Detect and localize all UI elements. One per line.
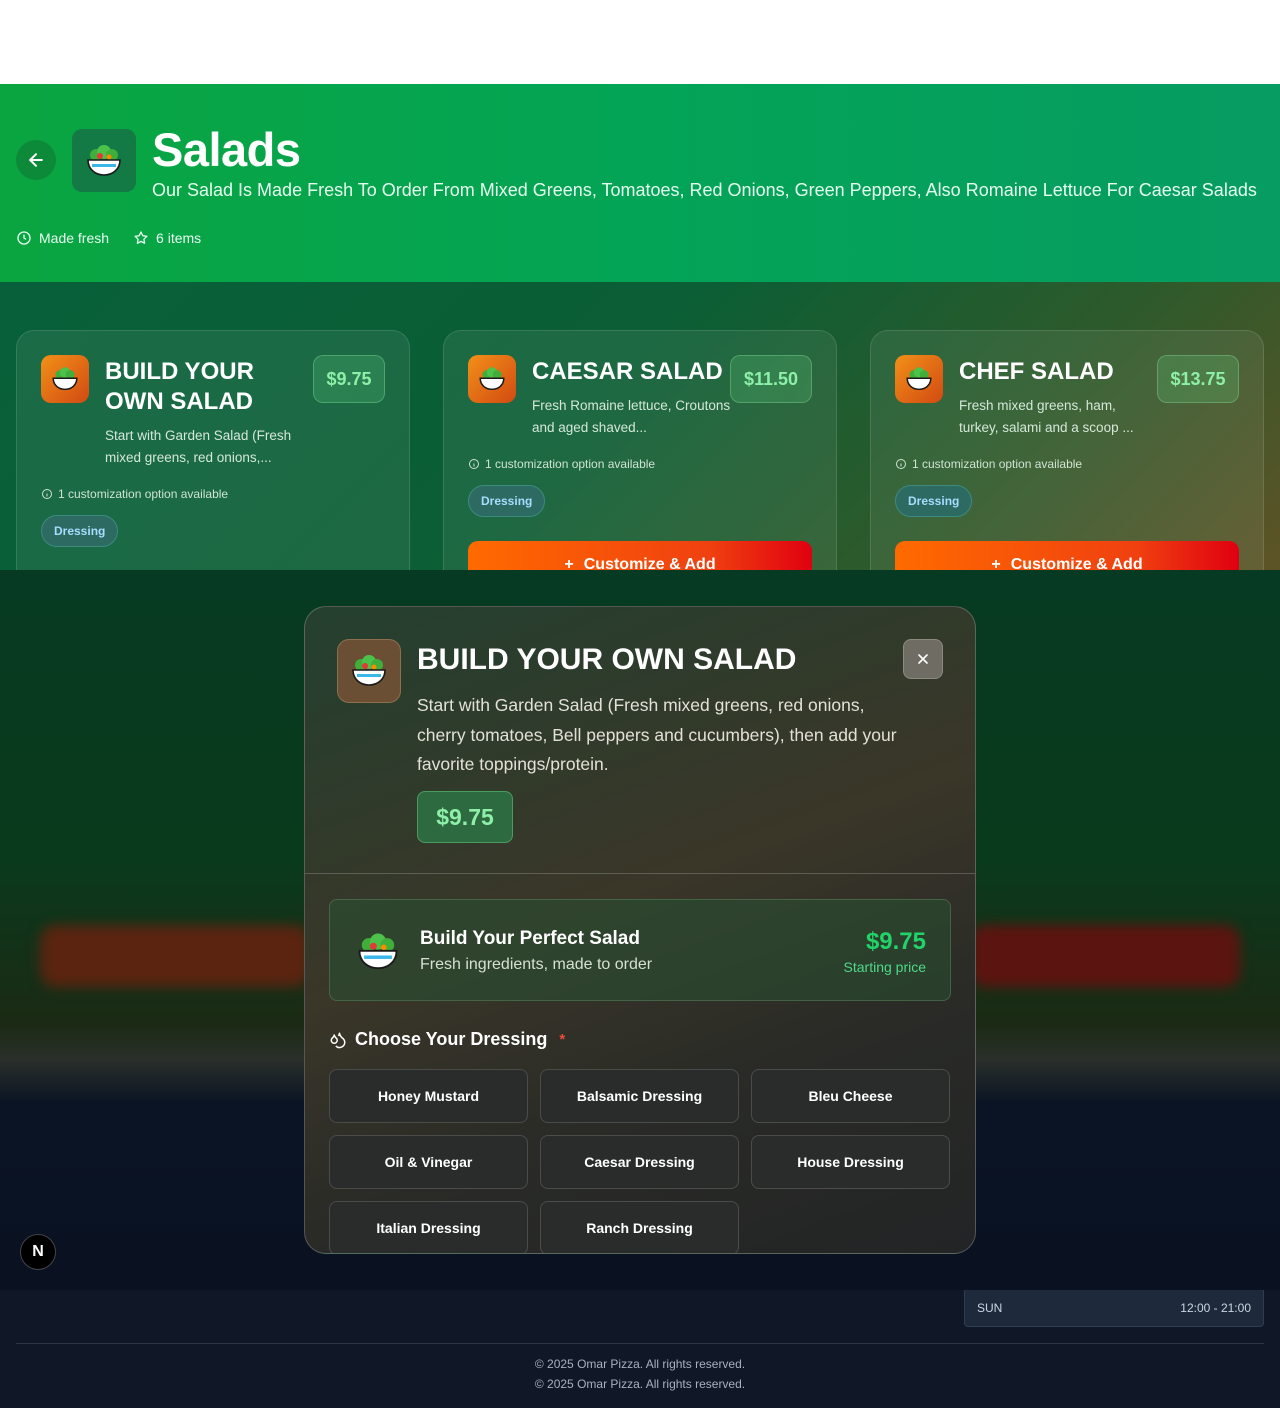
- close-icon: [918, 654, 928, 664]
- item-price: $13.75: [1157, 355, 1239, 403]
- item-description: Start with Garden Salad (Fresh mixed gre…: [105, 428, 292, 465]
- category-description: Our Salad Is Made Fresh To Order From Mi…: [152, 180, 1257, 200]
- salad-bowl-icon: [356, 932, 400, 977]
- dressing-option[interactable]: Ranch Dressing: [540, 1201, 739, 1253]
- made-fresh-meta: Made fresh: [16, 230, 109, 246]
- customization-note-text: 1 customization option available: [58, 487, 229, 501]
- droplets-icon: [330, 1032, 346, 1048]
- dressing-option[interactable]: Balsamic Dressing: [540, 1069, 739, 1123]
- dressing-section-label: Choose Your Dressing: [355, 1029, 548, 1049]
- opening-hours-row: SUN 12:00 - 21:00: [964, 1290, 1264, 1327]
- clock-icon: [17, 231, 31, 245]
- summary-title: Build Your Perfect Salad: [420, 928, 640, 949]
- dressing-option[interactable]: House Dressing: [751, 1135, 950, 1189]
- build-salad-summary: Build Your Perfect Salad Fresh ingredien…: [329, 899, 951, 1001]
- item-price: $11.50: [730, 355, 812, 403]
- item-name: CAESAR SALAD: [532, 358, 723, 385]
- customize-item-modal: BUILD YOUR OWN SALAD Start with Garden S…: [304, 606, 976, 1254]
- customization-note: 1 customization option available: [41, 487, 228, 501]
- summary-subtitle: Fresh ingredients, made to order: [420, 956, 653, 973]
- required-marker: *: [559, 1031, 566, 1048]
- dressing-tag: Dressing: [468, 485, 546, 517]
- salad-bowl-icon: [72, 129, 136, 192]
- dressing-option[interactable]: Oil & Vinegar: [329, 1135, 528, 1189]
- blurred-button: [40, 925, 310, 987]
- dressing-option[interactable]: Caesar Dressing: [540, 1135, 739, 1189]
- items-count-label: 6 items: [156, 230, 202, 246]
- blurred-button: [970, 925, 1240, 987]
- salad-bowl-icon: [41, 355, 89, 403]
- copyright-text: © 2025 Omar Pizza. All rights reserved.: [534, 1357, 746, 1371]
- page-title: Salads: [152, 123, 301, 176]
- salad-bowl-icon: [337, 639, 401, 703]
- dressing-tag: Dressing: [41, 515, 119, 547]
- customization-note: 1 customization option available: [468, 457, 655, 471]
- made-fresh-label: Made fresh: [39, 230, 110, 246]
- item-name: BUILD YOUR OWN SALAD: [105, 358, 254, 415]
- salad-bowl-icon: [468, 355, 516, 403]
- dressing-options: Honey Mustard Balsamic Dressing Bleu Che…: [329, 1069, 951, 1253]
- dressing-section-title: Choose Your Dressing *: [329, 1029, 565, 1050]
- modal-price: $9.75: [417, 791, 513, 843]
- copyright-text: © 2025 Omar Pizza. All rights reserved.: [534, 1377, 746, 1391]
- star-icon: [134, 231, 148, 244]
- items-count-meta: 6 items: [133, 230, 201, 246]
- modal-description: Start with Garden Salad (Fresh mixed gre…: [417, 695, 897, 774]
- dressing-option[interactable]: Italian Dressing: [329, 1201, 528, 1253]
- item-name: CHEF SALAD: [959, 358, 1114, 385]
- back-button[interactable]: [16, 140, 56, 180]
- starting-price-label: Starting price: [843, 959, 926, 975]
- info-icon: [469, 459, 479, 469]
- menu-item-card[interactable]: CAESAR SALAD $11.50 Fresh Romaine lettuc…: [443, 330, 837, 590]
- info-icon: [896, 459, 906, 469]
- modal-title: BUILD YOUR OWN SALAD: [417, 643, 797, 676]
- customization-note-text: 1 customization option available: [485, 457, 656, 471]
- category-meta: Made fresh 6 items: [16, 230, 201, 246]
- dressing-tag: Dressing: [895, 485, 973, 517]
- close-button[interactable]: [903, 639, 943, 679]
- modal-divider: [305, 873, 975, 874]
- item-price: $9.75: [313, 355, 385, 403]
- salad-bowl-icon: [895, 355, 943, 403]
- info-icon: [42, 489, 52, 499]
- starting-price: $9.75: [865, 928, 926, 955]
- footer-divider: [16, 1343, 1264, 1344]
- customization-note: 1 customization option available: [895, 457, 1082, 471]
- hours-day: SUN: [977, 1301, 1003, 1315]
- menu-item-card[interactable]: CHEF SALAD $13.75 Fresh mixed greens, ha…: [870, 330, 1264, 590]
- dressing-option[interactable]: Bleu Cheese: [751, 1069, 950, 1123]
- customization-note-text: 1 customization option available: [912, 457, 1083, 471]
- item-description: Fresh Romaine lettuce, Croutons and aged…: [532, 398, 731, 435]
- hours-time: 12:00 - 21:00: [1180, 1301, 1251, 1315]
- dev-tools-badge[interactable]: N: [20, 1234, 56, 1270]
- menu-item-card[interactable]: BUILD YOUR OWN SALAD $9.75 Start with Ga…: [16, 330, 410, 590]
- arrow-left-icon: [29, 153, 43, 167]
- dressing-option[interactable]: Honey Mustard: [329, 1069, 528, 1123]
- item-description: Fresh mixed greens, ham, turkey, salami …: [959, 398, 1134, 435]
